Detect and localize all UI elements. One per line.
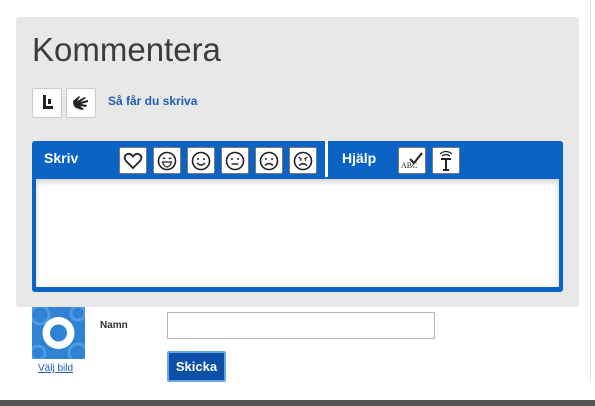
page-edge	[590, 0, 595, 382]
comment-textarea[interactable]	[36, 179, 559, 287]
name-label: Namn	[100, 320, 128, 331]
avatar-placeholder-icon	[32, 307, 85, 359]
writing-help-link[interactable]: Så får du skriva	[108, 94, 197, 108]
write-tab-label: Skriv	[44, 150, 79, 166]
emoticon-heart-button[interactable]	[119, 147, 147, 174]
editor-toolbar: Skriv Hjälp ABC	[32, 141, 563, 177]
page-title: Kommentera	[32, 31, 221, 68]
sign-language-button[interactable]	[32, 88, 62, 118]
sad-face-icon	[259, 151, 279, 170]
comment-editor: Skriv Hjälp ABC	[32, 141, 563, 292]
bottom-bar	[0, 400, 595, 406]
hand-sign-icon	[73, 96, 88, 110]
sign-language-icon	[43, 95, 53, 109]
help-tab-label: Hjälp	[342, 150, 377, 166]
neutral-face-icon	[225, 151, 245, 170]
text-to-speech-icon	[439, 150, 453, 171]
laughing-face-icon	[157, 151, 177, 170]
heart-icon	[123, 152, 143, 169]
emoticon-angry-button[interactable]	[289, 147, 317, 174]
toolbar-divider	[325, 141, 328, 177]
hand-sign-button[interactable]	[66, 88, 96, 118]
smiling-face-icon	[191, 151, 211, 170]
choose-image-link[interactable]: Välj bild	[38, 363, 73, 374]
emoticon-sad-button[interactable]	[255, 147, 283, 174]
comment-panel: Kommentera Så får du skriva Skriv Hjälp …	[16, 17, 579, 307]
emoticon-laughing-button[interactable]	[153, 147, 181, 174]
comment-page: Kommentera Så får du skriva Skriv Hjälp …	[0, 0, 595, 406]
text-to-speech-button[interactable]	[432, 147, 460, 174]
angry-face-icon	[293, 151, 313, 170]
emoticon-smile-button[interactable]	[187, 147, 215, 174]
spellcheck-abc-icon: ABC	[401, 151, 423, 170]
avatar[interactable]	[32, 307, 85, 359]
submit-button[interactable]: Skicka	[167, 351, 226, 382]
name-field[interactable]	[167, 312, 435, 339]
emoticon-neutral-button[interactable]	[221, 147, 249, 174]
spellcheck-button[interactable]: ABC	[398, 147, 426, 174]
